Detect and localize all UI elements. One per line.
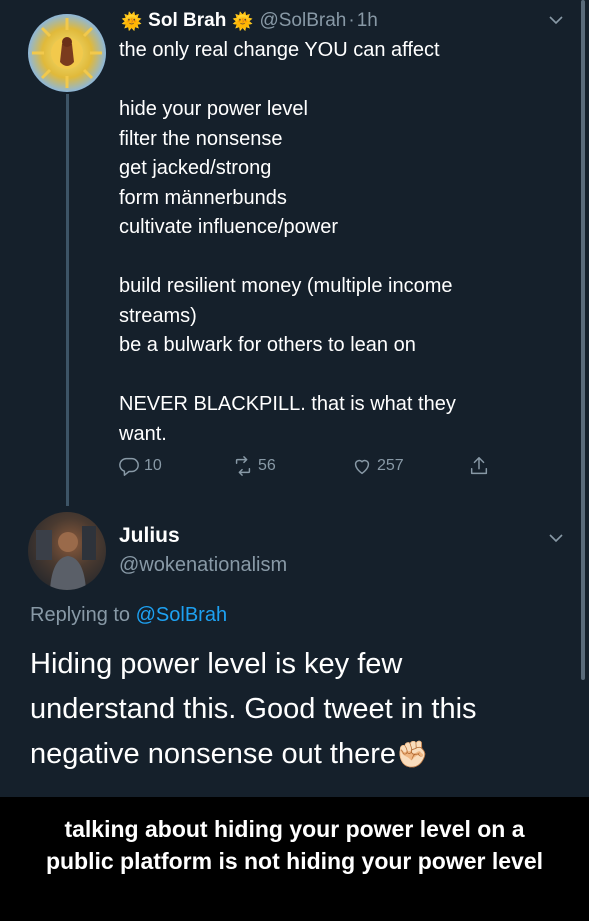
tweet-thread: 🌞 Sol Brah 🌞 @SolBrah · 1h the only real… xyxy=(0,0,589,797)
tweet-line: get jacked/strong xyxy=(119,157,272,179)
tweet-line: NEVER BLACKPILL. that is what they xyxy=(119,393,456,415)
reply-line: understand this. Good tweet in this xyxy=(30,693,477,725)
avatar[interactable] xyxy=(28,14,106,92)
scrollbar[interactable] xyxy=(581,0,585,680)
chevron-down-icon[interactable] xyxy=(548,12,564,28)
tweet-line: form männerbunds xyxy=(119,186,287,209)
tweet-line: hide your power level xyxy=(119,98,308,120)
replying-to-label: Replying to xyxy=(30,604,136,626)
meme-caption: talking about hiding your power level on… xyxy=(0,813,589,877)
reply-line: Hiding power level is key few xyxy=(30,648,403,680)
tweet-actions: 10 56 257 xyxy=(118,455,498,483)
person-avatar-icon xyxy=(36,526,96,590)
raised-fist-emoji: ✊🏻 xyxy=(396,739,429,769)
reply-handle[interactable]: @wokenationalism xyxy=(119,554,287,577)
reply-count: 10 xyxy=(144,457,162,474)
reply-icon xyxy=(119,457,139,476)
like-count: 257 xyxy=(377,457,404,474)
chevron-down-icon[interactable] xyxy=(548,530,564,546)
tweet-line: be a bulwark for others to lean on xyxy=(119,334,416,356)
sun-avatar-icon xyxy=(32,18,102,88)
tweet-line: streams) xyxy=(119,304,197,327)
tweet-line: want. xyxy=(119,422,167,445)
tweet-line: cultivate influence/power xyxy=(119,216,339,238)
like-button[interactable]: 257 xyxy=(351,455,404,477)
avatar[interactable] xyxy=(28,512,106,590)
share-button[interactable] xyxy=(468,455,490,477)
handle[interactable]: @SolBrah xyxy=(259,10,346,32)
tweet-text: the only real change YOU can affect hide… xyxy=(119,36,539,449)
meme-caption-panel: talking about hiding your power level on… xyxy=(0,797,589,921)
tweet-line xyxy=(119,243,539,273)
tweet-line: the only real change YOU can affect xyxy=(119,39,440,61)
separator: · xyxy=(348,10,355,31)
heart-icon xyxy=(354,459,370,475)
sun-emoji: 🌞 xyxy=(121,11,143,31)
caption-line: talking about hiding your power level on… xyxy=(64,816,525,842)
tweet-line xyxy=(119,66,539,96)
retweet-icon xyxy=(235,456,251,476)
reply-line-text: negative nonsense out there xyxy=(30,738,396,770)
sun-emoji: 🌞 xyxy=(232,11,254,31)
tweet-line: build resilient money (multiple income xyxy=(119,275,453,297)
timestamp[interactable]: 1h xyxy=(357,10,378,32)
retweet-count: 56 xyxy=(258,457,276,474)
mention-link[interactable]: @SolBrah xyxy=(136,604,227,626)
display-name[interactable]: Sol Brah xyxy=(148,10,226,32)
replying-to: Replying to @SolBrah xyxy=(30,604,227,627)
tweet-line: filter the nonsense xyxy=(119,127,283,150)
reply-button[interactable]: 10 xyxy=(118,455,162,477)
reply-display-name[interactable]: Julius xyxy=(119,524,180,548)
tweet-line xyxy=(119,361,539,391)
caption-line: public platform is not hiding your power… xyxy=(45,848,544,874)
reply-line: negative nonsense out there✊🏻 xyxy=(30,732,550,777)
thread-line xyxy=(66,94,69,506)
share-icon xyxy=(470,457,488,475)
tweet-header: 🌞 Sol Brah 🌞 @SolBrah · 1h xyxy=(121,8,378,34)
retweet-button[interactable]: 56 xyxy=(232,455,276,477)
reply-text: Hiding power level is key few understand… xyxy=(30,642,550,777)
